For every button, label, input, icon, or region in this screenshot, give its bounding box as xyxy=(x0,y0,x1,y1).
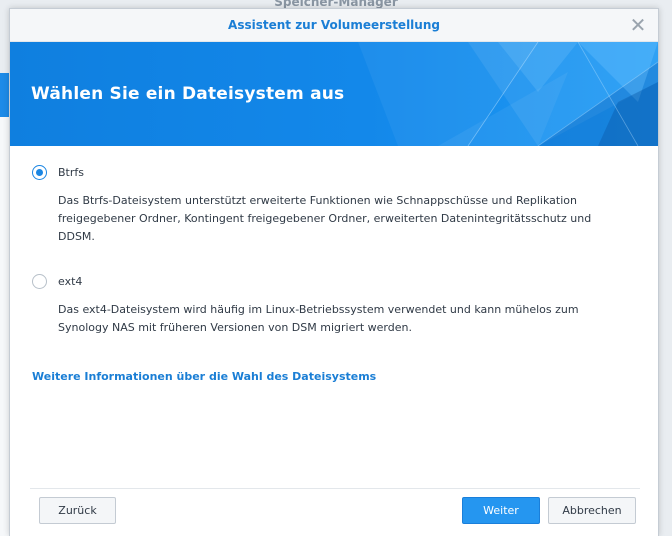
volume-creation-dialog: Assistent zur Volumeerstellung ✕ Wählen … xyxy=(9,8,659,536)
footer-divider xyxy=(30,488,640,489)
more-info-link[interactable]: Weitere Informationen über die Wahl des … xyxy=(32,370,376,383)
radio-ext4[interactable] xyxy=(32,274,47,289)
option-ext4-label[interactable]: ext4 xyxy=(58,275,82,288)
dialog-titlebar[interactable]: Assistent zur Volumeerstellung ✕ xyxy=(10,9,658,42)
next-button[interactable]: Weiter xyxy=(462,497,540,524)
header-banner: Wählen Sie ein Dateisystem aus xyxy=(10,42,658,146)
cancel-button[interactable]: Abbrechen xyxy=(548,497,636,524)
dialog-title: Assistent zur Volumeerstellung xyxy=(228,18,440,32)
option-ext4-description: Das ext4-Dateisystem wird häufig im Linu… xyxy=(58,303,579,334)
background-app-title: Speicher-Manager xyxy=(274,0,398,8)
radio-btrfs[interactable] xyxy=(32,165,47,180)
back-button[interactable]: Zurück xyxy=(39,497,116,524)
close-icon[interactable]: ✕ xyxy=(628,15,648,35)
option-btrfs-label[interactable]: Btrfs xyxy=(58,166,84,179)
option-btrfs-description: Das Btrfs-Dateisystem unterstützt erweit… xyxy=(58,194,592,243)
banner-title: Wählen Sie ein Dateisystem aus xyxy=(31,84,345,104)
